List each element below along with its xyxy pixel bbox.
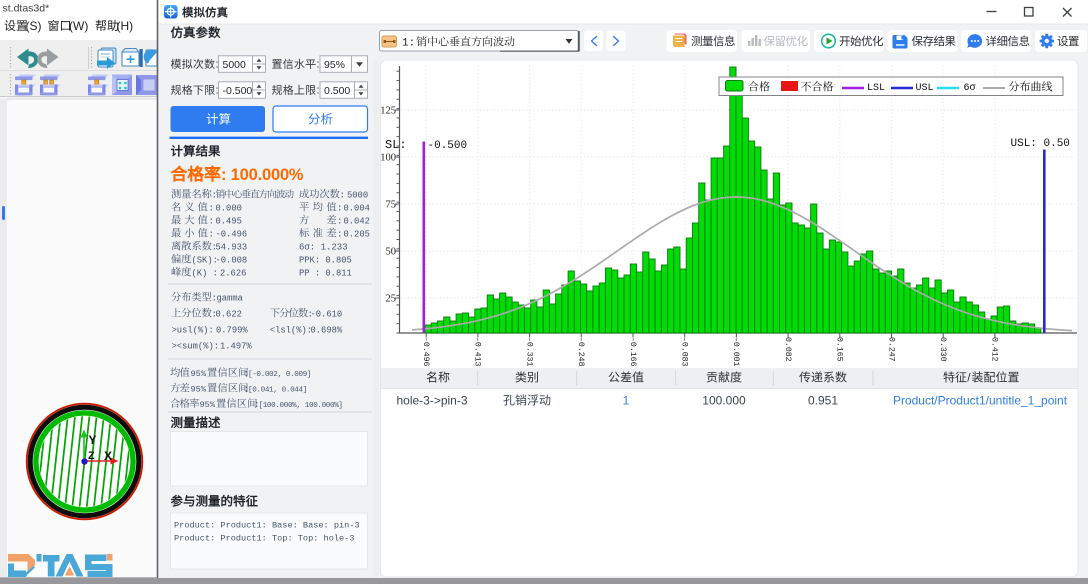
svg-text:st.dtas3d*: st.dtas3d* xyxy=(3,3,50,15)
svg-text:2.626: 2.626 xyxy=(220,269,246,279)
svg-text:(K) :: (K) : xyxy=(192,269,218,279)
svg-text:0.247: 0.247 xyxy=(886,337,895,362)
svg-text::: : xyxy=(212,190,218,201)
svg-text:1: 1 xyxy=(623,394,630,408)
svg-text::: : xyxy=(209,229,215,240)
svg-text:0.165: 0.165 xyxy=(835,337,844,362)
svg-text:-0.496: -0.496 xyxy=(421,337,430,367)
svg-text:-0.166: -0.166 xyxy=(628,337,637,367)
svg-text:0.082: 0.082 xyxy=(783,337,792,362)
svg-text:-0.413: -0.413 xyxy=(473,337,482,367)
svg-text:95%: 95% xyxy=(200,400,216,410)
svg-text:hole-3->pin-3: hole-3->pin-3 xyxy=(396,394,467,408)
svg-text:gamma: gamma xyxy=(217,294,243,304)
svg-text:-0.331: -0.331 xyxy=(524,337,533,367)
svg-text:1.497%: 1.497% xyxy=(220,342,252,352)
svg-text:0.495: 0.495 xyxy=(216,217,242,227)
svg-text:95%: 95% xyxy=(191,369,207,379)
svg-text:(SK):: (SK): xyxy=(192,256,218,266)
svg-text:0.622: 0.622 xyxy=(216,310,242,320)
svg-text:PPK: 0.805: PPK: 0.805 xyxy=(299,256,352,266)
svg-text:: 100.000%: : 100.000% xyxy=(221,166,304,184)
svg-text:Product/Product1/untitle_1_poi: Product/Product1/untitle_1_point xyxy=(893,394,1068,408)
svg-text:[-0.002, 0.009]: [-0.002, 0.009] xyxy=(248,371,311,379)
svg-text:USL: 0.50: USL: 0.50 xyxy=(1011,138,1070,150)
svg-text:><sum(%):: ><sum(%): xyxy=(172,342,220,352)
svg-text:5000: 5000 xyxy=(223,59,247,71)
svg-text:0.000: 0.000 xyxy=(216,204,242,214)
svg-text:1:: 1: xyxy=(402,38,415,50)
svg-text:0.500: 0.500 xyxy=(324,85,350,97)
svg-text::: : xyxy=(209,216,215,227)
svg-text:5000: 5000 xyxy=(347,191,368,201)
svg-text:(S): (S) xyxy=(26,19,42,33)
svg-text:0.042: 0.042 xyxy=(344,217,370,227)
svg-text:25: 25 xyxy=(386,294,397,305)
svg-text:-0.083: -0.083 xyxy=(680,337,689,367)
svg-text:54.933: 54.933 xyxy=(216,243,248,253)
svg-text:Product: Product1: Base: Base:: Product: Product1: Base: Base: pin-3 xyxy=(174,521,360,531)
svg-text:(H): (H) xyxy=(117,19,134,33)
svg-text:50: 50 xyxy=(386,247,397,258)
svg-text:SL:: SL: xyxy=(385,138,407,152)
svg-text::: : xyxy=(337,216,343,227)
svg-text::: : xyxy=(317,59,320,71)
svg-text::: : xyxy=(317,85,320,97)
svg-text:6σ: 6σ xyxy=(964,83,976,94)
svg-text:<lsl(%):: <lsl(%): xyxy=(270,326,312,336)
svg-text:Z: Z xyxy=(88,450,95,462)
svg-text:0.205: 0.205 xyxy=(344,230,370,240)
svg-text:-0.610: -0.610 xyxy=(311,310,343,320)
svg-text:X: X xyxy=(104,449,112,463)
svg-text:100: 100 xyxy=(380,153,396,164)
svg-text:-0.008: -0.008 xyxy=(216,256,248,266)
svg-text:0.951: 0.951 xyxy=(808,394,838,408)
svg-text:-0.500: -0.500 xyxy=(223,85,253,97)
svg-text:(W): (W) xyxy=(69,19,88,33)
svg-text:Product: Product1: Top: Top: h: Product: Product1: Top: Top: hole-3 xyxy=(174,534,355,544)
svg-text::: : xyxy=(337,203,343,214)
svg-text:LSL: LSL xyxy=(867,83,885,94)
svg-text::: : xyxy=(337,229,343,240)
svg-text:-0.248: -0.248 xyxy=(576,337,585,367)
svg-text:95%: 95% xyxy=(191,385,207,395)
svg-text:75: 75 xyxy=(386,200,397,211)
svg-text:-0.500: -0.500 xyxy=(428,140,468,152)
svg-text:100.000: 100.000 xyxy=(702,394,746,408)
svg-text:[100.000%, 100.000%]: [100.000%, 100.000%] xyxy=(259,402,343,410)
svg-text:USL: USL xyxy=(916,83,934,94)
svg-text::: : xyxy=(340,190,346,201)
svg-text:0.004: 0.004 xyxy=(344,204,370,214)
svg-text:95%: 95% xyxy=(324,59,345,71)
svg-text:0.412: 0.412 xyxy=(990,337,999,362)
svg-text:Y: Y xyxy=(89,433,97,447)
svg-text:0.698%: 0.698% xyxy=(311,326,343,336)
svg-text:-0.496: -0.496 xyxy=(216,230,248,240)
svg-text:0.799%: 0.799% xyxy=(216,326,248,336)
svg-text:125: 125 xyxy=(380,106,396,117)
svg-text:>usl(%):: >usl(%): xyxy=(172,326,214,336)
svg-text:-0.001: -0.001 xyxy=(731,337,740,367)
svg-text::: : xyxy=(209,203,215,214)
svg-text:[0.041, 0.044]: [0.041, 0.044] xyxy=(248,387,307,395)
svg-text:PP : 0.811: PP : 0.811 xyxy=(299,269,352,279)
svg-text:6σ: 1.233: 6σ: 1.233 xyxy=(299,243,348,253)
svg-text:0.330: 0.330 xyxy=(938,337,947,362)
